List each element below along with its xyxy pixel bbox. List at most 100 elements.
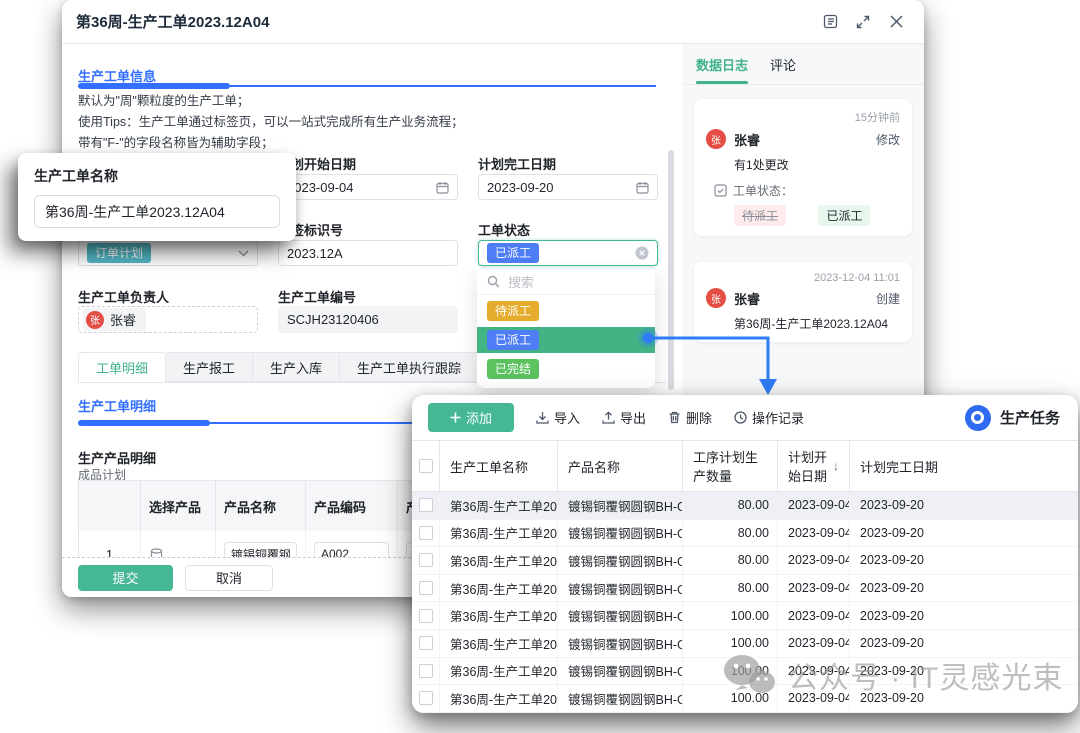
clock-icon	[734, 411, 747, 424]
table-cell: 2023-09-04	[778, 630, 850, 657]
close-icon[interactable]	[888, 14, 904, 30]
table-row[interactable]: 第36周-生产工单2023.12A04 镀锡铜覆钢圆钢BH-GW-R10 80.…	[412, 520, 1078, 548]
table-row[interactable]: 第36周-生产工单2023.12A04 镀锡铜覆钢圆钢BH-GW-R12 100…	[412, 630, 1078, 658]
table-row[interactable]: 第36周-生产工单2023.12A04 镀锡铜覆钢圆钢BH-GW-R10 80.…	[412, 492, 1078, 520]
history-button[interactable]: 操作记录	[734, 408, 804, 427]
row-checkbox[interactable]	[419, 691, 433, 705]
table-cell: 2023-09-04	[778, 492, 850, 519]
log-field-name: 工单状态：	[733, 182, 793, 199]
table-cell: 镀锡铜覆钢圆钢BH-GW-R10	[558, 520, 683, 547]
sort-desc-icon[interactable]: ↓	[833, 459, 839, 473]
clear-icon[interactable]	[635, 246, 649, 260]
status-option-dispatched[interactable]: 已派工	[477, 327, 655, 353]
status-option-pending[interactable]: 待派工	[477, 298, 655, 324]
export-button[interactable]: 导出	[602, 408, 646, 427]
row-checkbox[interactable]	[419, 581, 433, 595]
table-cell: 2023-09-20	[850, 575, 1078, 602]
log-time: 15分钟前	[706, 109, 900, 125]
avatar: 张	[86, 311, 104, 329]
modal-header: 第36周-生产工单2023.12A04	[62, 0, 924, 44]
section-title-detail: 生产工单明细	[78, 399, 156, 414]
tab-production-inbound[interactable]: 生产入库	[253, 352, 340, 382]
section-title-info: 生产工单信息	[78, 69, 156, 84]
col-plan-start[interactable]: 计划开始日期↓	[778, 441, 850, 491]
plan-start-input[interactable]: 2023-09-04	[278, 174, 458, 200]
col-select-product: 选择产品	[141, 481, 216, 531]
field-checkbox-icon	[714, 184, 727, 197]
status-dropdown: 搜索 待派工 已派工 已完结	[477, 268, 655, 388]
order-type-select[interactable]: 订单计划	[78, 240, 258, 266]
table-cell: 第36周-生产工单2023.12A04	[440, 492, 558, 519]
tab-work-order-detail[interactable]: 工单明细	[78, 352, 166, 382]
table-row[interactable]: 第36周-生产工单2023.12A04 镀锡铜覆钢圆钢BH-GW-R10 80.…	[412, 547, 1078, 575]
table-cell: 镀锡铜覆钢圆钢BH-GW-R12	[558, 602, 683, 629]
table-cell: 2023-09-20	[850, 547, 1078, 574]
cancel-button[interactable]: 取消	[185, 565, 273, 591]
status-select[interactable]: 已派工	[478, 240, 658, 266]
log-old-value: 待派工	[734, 205, 786, 226]
table-cell: 2023-09-20	[850, 685, 1078, 712]
owner-label: 生产工单负责人	[78, 287, 169, 306]
col-product-name: 产品名称	[558, 441, 683, 491]
scrollbar[interactable]	[668, 150, 674, 390]
product-detail-title: 生产产品明细	[78, 448, 156, 467]
avatar: 张	[706, 288, 726, 308]
row-checkbox[interactable]	[419, 609, 433, 623]
table-row[interactable]: 第36周-生产工单2023.12A04 镀锡铜覆钢圆钢BH-GW-R10 80.…	[412, 575, 1078, 603]
table-row[interactable]: 第36周-生产工单2023.12A04 镀锡铜覆钢圆钢BH-GW-R12 100…	[412, 658, 1078, 686]
row-checkbox[interactable]	[419, 553, 433, 567]
tag-id-input[interactable]: 2023.12A	[278, 240, 458, 266]
order-no-field: SCJH23120406	[278, 306, 458, 333]
table-cell: 100.00	[683, 602, 778, 629]
status-value-tag: 已派工	[487, 243, 539, 263]
table-cell: 第36周-生产工单2023.12A04	[440, 547, 558, 574]
plan-finish-input[interactable]: 2023-09-20	[478, 174, 658, 200]
row-checkbox[interactable]	[419, 526, 433, 540]
table-row[interactable]: 第36周-生产工单2023.12A04 镀锡铜覆钢圆钢BH-GW-R12 100…	[412, 685, 1078, 713]
row-checkbox[interactable]	[419, 664, 433, 678]
form-description: 默认为"周"颗粒度的生产工单； 使用Tips：生产工单通过标签页，可以一站式完成…	[78, 91, 464, 154]
tab-data-log[interactable]: 数据日志	[696, 44, 748, 84]
col-product-code: 产品编码	[306, 481, 398, 531]
log-entry-create: 2023-12-04 11:01 张 张睿 创建 第36周-生产工单2023.1…	[694, 262, 912, 342]
search-icon	[487, 275, 500, 288]
row-checkbox[interactable]	[419, 636, 433, 650]
log-panel-icon[interactable]	[822, 14, 838, 30]
table-cell: 第36周-生产工单2023.12A04	[440, 658, 558, 685]
app-brand: 生产任务	[965, 405, 1060, 431]
table-cell: 100.00	[683, 685, 778, 712]
table-cell: 80.00	[683, 547, 778, 574]
brand-label: 生产任务	[1000, 407, 1060, 428]
field-name-tooltip: 生产工单名称	[18, 153, 296, 241]
status-option-completed[interactable]: 已完结	[477, 356, 655, 382]
tab-production-report[interactable]: 生产报工	[166, 352, 253, 382]
col-planned-qty: 工序计划生产数量	[683, 441, 778, 491]
table-cell: 2023-09-04	[778, 520, 850, 547]
table-cell: 第36周-生产工单2023.12A04	[440, 602, 558, 629]
owner-field[interactable]: 张 张睿	[78, 306, 258, 333]
col-work-order-name: 生产工单名称	[440, 441, 558, 491]
import-button[interactable]: 导入	[536, 408, 580, 427]
add-button[interactable]: 添加	[428, 403, 514, 432]
table-cell: 2023-09-04	[778, 685, 850, 712]
delete-button[interactable]: 删除	[668, 408, 712, 427]
table-cell: 2023-09-20	[850, 658, 1078, 685]
tasks-toolbar: 添加 导入 导出 删除 操作记录 生产任务	[412, 395, 1078, 440]
table-cell: 镀锡铜覆钢圆钢BH-GW-R10	[558, 492, 683, 519]
table-cell: 80.00	[683, 492, 778, 519]
row-checkbox[interactable]	[419, 498, 433, 512]
log-detail: 第36周-生产工单2023.12A04	[734, 315, 900, 332]
submit-button[interactable]: 提交	[78, 565, 173, 591]
section-progress-bar	[78, 83, 656, 89]
dropdown-search-input[interactable]: 搜索	[477, 268, 655, 295]
tab-execution-tracking[interactable]: 生产工单执行跟踪	[340, 352, 479, 382]
table-row[interactable]: 第36周-生产工单2023.12A04 镀锡铜覆钢圆钢BH-GW-R12 100…	[412, 602, 1078, 630]
trash-icon	[668, 411, 681, 424]
expand-icon[interactable]	[855, 14, 871, 30]
work-order-name-input[interactable]	[34, 195, 280, 228]
select-all-checkbox[interactable]	[419, 459, 433, 473]
table-cell: 80.00	[683, 520, 778, 547]
tab-comments[interactable]: 评论	[770, 44, 796, 84]
table-cell: 第36周-生产工单2023.12A04	[440, 685, 558, 712]
calendar-icon	[436, 181, 449, 194]
